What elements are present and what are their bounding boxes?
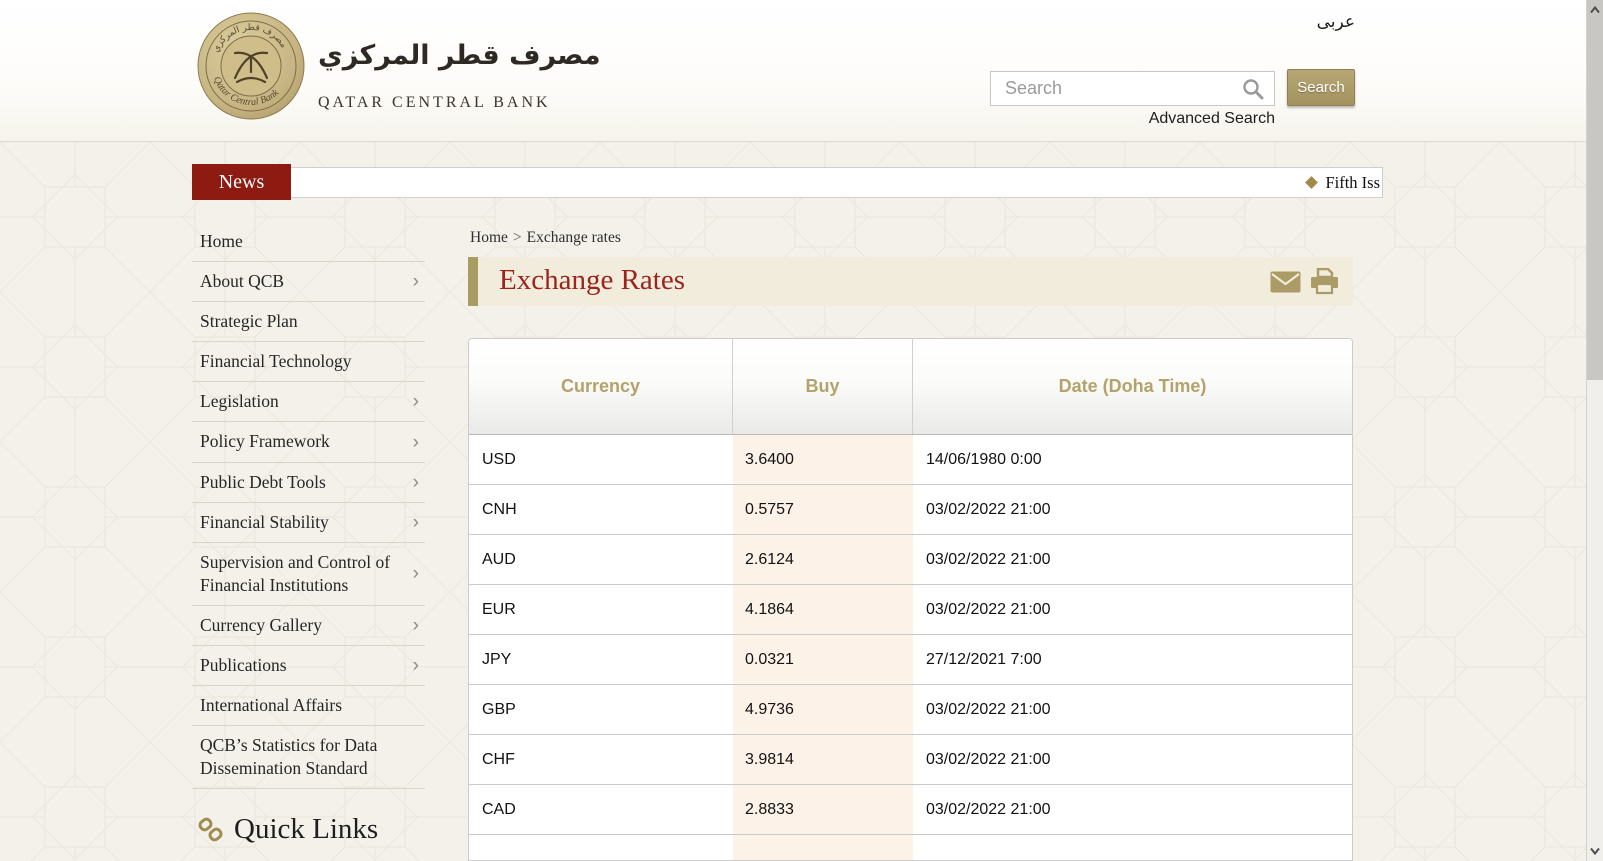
sidebar-item-public-debt-tools[interactable]: Public Debt Tools › <box>192 463 425 503</box>
breadcrumb: Home>Exchange rates <box>470 229 621 247</box>
chevron-right-icon: › <box>413 656 423 675</box>
sidebar-nav: Home About QCB › Strategic Plan Financia… <box>192 222 425 846</box>
sidebar-item-policy-framework[interactable]: Policy Framework › <box>192 422 425 462</box>
sidebar-item-currency-gallery[interactable]: Currency Gallery › <box>192 606 425 646</box>
chain-link-icon <box>198 817 224 843</box>
buy-cell: 0.0321 <box>733 635 913 684</box>
sidebar-item-international-affairs[interactable]: International Affairs <box>192 686 425 726</box>
qcb-seal-icon: مصرف قطر المركزي Qatar Central Bank <box>197 12 305 120</box>
sidebar-item-supervision[interactable]: Supervision and Control of Financial Ins… <box>192 543 425 606</box>
currency-cell: CHF <box>469 735 733 784</box>
table-row: CAD 2.8833 03/02/2022 21:00 <box>469 785 1352 835</box>
sidebar-item-financial-technology[interactable]: Financial Technology <box>192 342 425 382</box>
sidebar-item-legislation[interactable]: Legislation › <box>192 382 425 422</box>
arabic-language-link[interactable]: عربى <box>1312 12 1355 32</box>
sidebar-item-about-qcb[interactable]: About QCB › <box>192 262 425 302</box>
currency-cell: JPY <box>469 635 733 684</box>
buy-cell: 2.8833 <box>733 785 913 834</box>
vertical-scrollbar[interactable] <box>1586 0 1603 861</box>
table-header-row: Currency Buy Date (Doha Time) <box>469 339 1352 435</box>
column-header-currency: Currency <box>469 339 733 434</box>
bank-name-english: QATAR CENTRAL BANK <box>318 94 551 112</box>
date-cell: 03/02/2022 21:00 <box>913 785 1352 834</box>
chevron-right-icon: › <box>413 272 423 291</box>
sidebar-item-home[interactable]: Home <box>192 222 425 262</box>
sidebar-item-financial-stability[interactable]: Financial Stability › <box>192 503 425 543</box>
title-accent-bar <box>468 257 478 306</box>
sidebar-item-strategic-plan[interactable]: Strategic Plan <box>192 302 425 342</box>
table-row: CHF 3.9814 03/02/2022 21:00 <box>469 735 1352 785</box>
date-cell: 14/06/1980 0:00 <box>913 435 1352 484</box>
search-box <box>990 71 1275 106</box>
currency-cell: CNH <box>469 485 733 534</box>
exchange-rates-table: Currency Buy Date (Doha Time) USD 3.6400… <box>468 338 1353 861</box>
currency-cell: GBP <box>469 685 733 734</box>
quick-links-title: Quick Links <box>234 813 378 846</box>
email-icon[interactable] <box>1270 271 1301 293</box>
buy-cell: 4.1864 <box>733 585 913 634</box>
news-ticker-text: Fifth Iss <box>1325 173 1380 193</box>
buy-cell: 0.5757 <box>733 485 913 534</box>
table-row: CNH 0.5757 03/02/2022 21:00 <box>469 485 1352 535</box>
scrollbar-thumb[interactable] <box>1587 0 1603 380</box>
sidebar-item-publications[interactable]: Publications › <box>192 646 425 686</box>
currency-cell: AUD <box>469 535 733 584</box>
buy-cell: 4.9736 <box>733 685 913 734</box>
search-input[interactable] <box>991 72 1274 105</box>
buy-cell: 3.9814 <box>733 735 913 784</box>
table-row: GBP 4.9736 03/02/2022 21:00 <box>469 685 1352 735</box>
print-icon[interactable] <box>1310 268 1339 295</box>
chevron-right-icon: › <box>413 564 423 583</box>
date-cell: 03/02/2022 21:00 <box>913 585 1352 634</box>
site-header: مصرف قطر المركزي Qatar Central Bank مصرف… <box>0 0 1586 142</box>
qcb-logo[interactable]: مصرف قطر المركزي Qatar Central Bank <box>197 12 305 125</box>
qcb-exchange-rates-page: مصرف قطر المركزي Qatar Central Bank مصرف… <box>0 0 1603 861</box>
advanced-search-link[interactable]: Advanced Search <box>990 110 1275 128</box>
search-icon <box>1242 78 1264 100</box>
currency-cell: CAD <box>469 785 733 834</box>
chevron-right-icon: › <box>413 616 423 635</box>
page-title-bar: Exchange Rates <box>468 257 1353 306</box>
sidebar-item-qcb-statistics[interactable]: QCB’s Statistics for Data Dissemination … <box>192 726 425 789</box>
date-cell: 03/02/2022 21:00 <box>913 535 1352 584</box>
table-row: EUR 4.1864 03/02/2022 21:00 <box>469 585 1352 635</box>
table-row: AUD 2.6124 03/02/2022 21:00 <box>469 535 1352 585</box>
breadcrumb-home[interactable]: Home <box>470 229 508 246</box>
buy-cell: 3.6400 <box>733 435 913 484</box>
bank-name-arabic: مصرف قطر المركزي <box>318 40 601 71</box>
column-header-buy: Buy <box>733 339 913 434</box>
currency-cell: EUR <box>469 585 733 634</box>
column-header-date: Date (Doha Time) <box>913 339 1352 434</box>
currency-cell: USD <box>469 435 733 484</box>
breadcrumb-separator: > <box>508 229 527 246</box>
chevron-right-icon: › <box>413 473 423 492</box>
news-ticker-item[interactable]: Fifth Iss <box>1307 168 1380 197</box>
table-row: JPY 0.0321 27/12/2021 7:00 <box>469 635 1352 685</box>
table-row-partial <box>469 835 1352 861</box>
search-button[interactable]: Search <box>1287 69 1355 106</box>
news-label: News <box>192 164 291 200</box>
scroll-up-icon[interactable] <box>1590 6 1600 14</box>
news-ticker: Fifth Iss <box>291 167 1383 198</box>
table-row: USD 3.6400 14/06/1980 0:00 <box>469 435 1352 485</box>
chevron-right-icon: › <box>413 433 423 452</box>
quick-links-header[interactable]: Quick Links <box>192 813 425 846</box>
diamond-bullet-icon <box>1306 176 1319 189</box>
page-title: Exchange Rates <box>499 257 685 304</box>
date-cell: 03/02/2022 21:00 <box>913 685 1352 734</box>
chevron-right-icon: › <box>413 392 423 411</box>
date-cell: 03/02/2022 21:00 <box>913 735 1352 784</box>
date-cell: 03/02/2022 21:00 <box>913 485 1352 534</box>
breadcrumb-current: Exchange rates <box>527 229 621 246</box>
date-cell: 27/12/2021 7:00 <box>913 635 1352 684</box>
scroll-down-icon[interactable] <box>1590 847 1600 855</box>
chevron-right-icon: › <box>413 513 423 532</box>
buy-cell: 2.6124 <box>733 535 913 584</box>
